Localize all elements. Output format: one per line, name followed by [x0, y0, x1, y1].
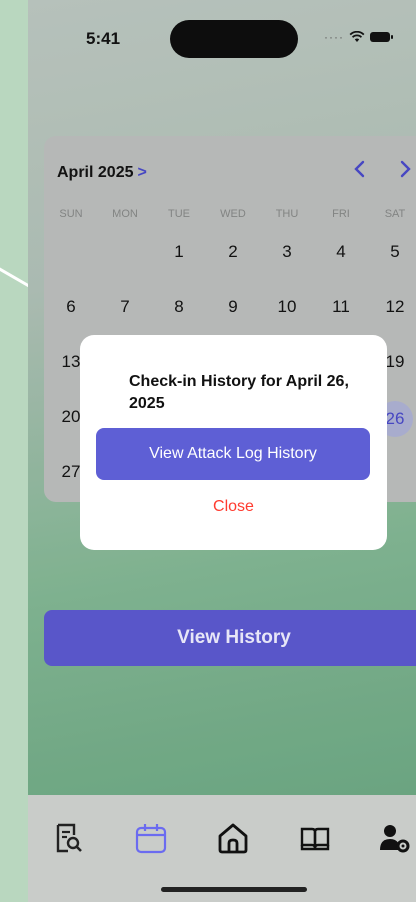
- search-document-icon: [56, 823, 82, 853]
- tab-bar: [28, 795, 416, 902]
- home-icon: [218, 823, 248, 854]
- view-attack-log-button[interactable]: View Attack Log History: [96, 428, 370, 480]
- tab-library[interactable]: [298, 821, 332, 855]
- dialog-title: Check-in History for April 26, 2025: [129, 373, 349, 412]
- user-settings-icon: [380, 825, 410, 853]
- tab-profile-settings[interactable]: [378, 821, 412, 855]
- calendar-icon: [135, 824, 167, 854]
- tab-home[interactable]: [216, 821, 250, 855]
- view-history-button[interactable]: View History: [44, 610, 416, 666]
- home-indicator: [161, 887, 307, 892]
- tab-calendar[interactable]: [134, 821, 168, 855]
- checkin-history-dialog: Check-in History for April 26, 2025 View…: [80, 335, 387, 550]
- tab-search-documents[interactable]: [52, 821, 86, 855]
- book-icon: [300, 827, 330, 851]
- phone-screen: 5:41 ···· April 2025 > SUN MON TUE WED TH…: [28, 0, 416, 902]
- close-button[interactable]: Close: [80, 498, 387, 516]
